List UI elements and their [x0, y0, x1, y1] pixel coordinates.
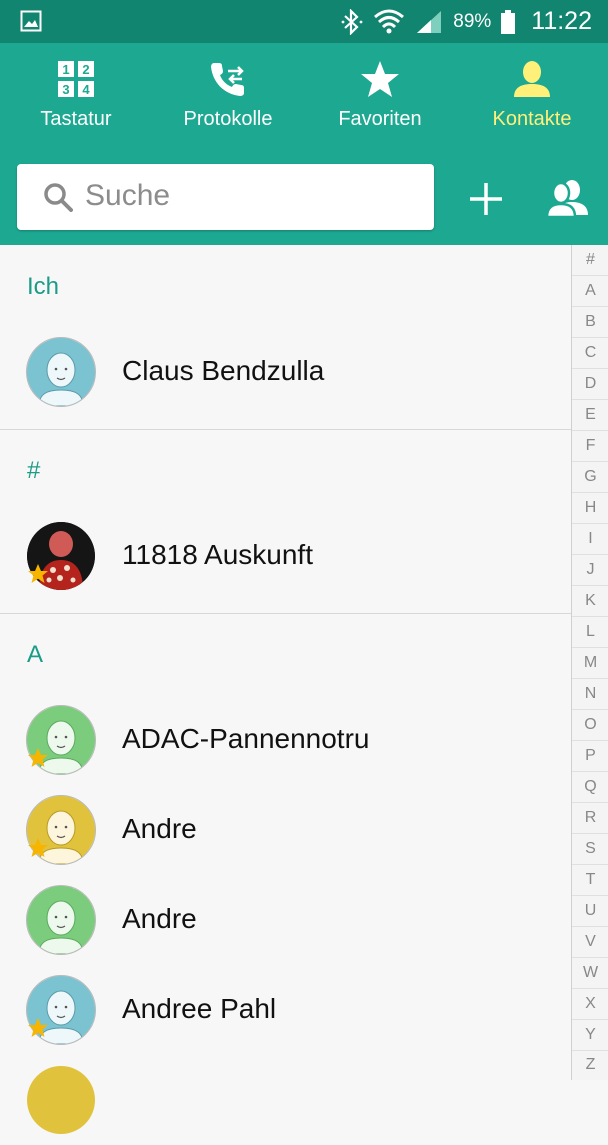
- index-letter[interactable]: R: [572, 803, 608, 833]
- battery-icon: [501, 9, 516, 34]
- index-letter[interactable]: C: [572, 338, 608, 368]
- signal-icon: [417, 10, 442, 33]
- contact-name: ADAC-Pannennotru: [122, 723, 370, 754]
- status-bar: 89% 11:22: [0, 0, 608, 43]
- index-letter[interactable]: D: [572, 369, 608, 399]
- svg-text:1: 1: [62, 62, 69, 77]
- tab-label: Favoriten: [338, 108, 422, 130]
- call-log-icon: [211, 63, 244, 96]
- index-letter[interactable]: E: [572, 400, 608, 430]
- tab-favorites[interactable]: Favoriten: [304, 43, 456, 149]
- tab-keypad[interactable]: 1 2 3 4 Tastatur: [0, 43, 152, 149]
- gallery-icon: [20, 10, 42, 32]
- favorite-star-icon: [28, 564, 48, 583]
- tab-label: Tastatur: [40, 108, 112, 130]
- bluetooth-icon: [341, 8, 363, 35]
- index-letter[interactable]: V: [572, 927, 608, 957]
- alphabet-index[interactable]: # A B C D E F G H I J K L M N O P Q R S …: [571, 245, 608, 1080]
- contact-row[interactable]: ADAC-Pannennotru: [0, 695, 571, 785]
- tab-call-log[interactable]: Protokolle: [152, 43, 304, 149]
- groups-button[interactable]: [546, 179, 590, 219]
- contact-icon: [514, 61, 550, 97]
- contact-row[interactable]: Andre: [0, 785, 571, 875]
- index-letter[interactable]: K: [572, 586, 608, 616]
- contact-name: 11818 Auskunft: [122, 539, 313, 570]
- svg-text:4: 4: [82, 82, 90, 97]
- svg-text:2: 2: [82, 62, 89, 77]
- contact-name: Andree Pahl: [122, 993, 277, 1024]
- battery-percentage: 89%: [453, 10, 492, 32]
- index-letter[interactable]: G: [572, 462, 608, 492]
- index-letter[interactable]: T: [572, 865, 608, 895]
- index-letter[interactable]: X: [572, 989, 608, 1019]
- index-letter[interactable]: Q: [572, 772, 608, 802]
- favorite-star-icon: [28, 748, 48, 767]
- search-input[interactable]: [85, 176, 415, 216]
- contact-name: Andre: [122, 813, 197, 844]
- contact-list: Ich Claus Bendzulla # 11818 Auskunft A A…: [0, 245, 571, 1134]
- index-letter[interactable]: F: [572, 431, 608, 461]
- index-letter[interactable]: S: [572, 834, 608, 864]
- dialpad-icon: 1 2 3 4: [58, 61, 94, 97]
- svg-text:3: 3: [62, 82, 69, 97]
- index-letter[interactable]: P: [572, 741, 608, 771]
- index-letter[interactable]: B: [572, 307, 608, 337]
- tab-bar: 1 2 3 4 Tastatur Protokolle Favoriten Ko…: [0, 43, 608, 192]
- section-header-hash: #: [27, 457, 41, 484]
- add-contact-button[interactable]: [466, 179, 506, 219]
- contact-name: Claus Bendzulla: [122, 355, 325, 386]
- contact-name: Andre: [122, 903, 197, 934]
- contact-row[interactable]: Claus Bendzulla: [0, 327, 571, 417]
- search-icon: [44, 183, 73, 212]
- index-letter[interactable]: O: [572, 710, 608, 740]
- tab-label: Protokolle: [183, 108, 273, 130]
- contact-row[interactable]: 11818 Auskunft: [0, 511, 571, 601]
- section-header-a: A: [27, 641, 44, 668]
- index-letter[interactable]: Z: [572, 1050, 608, 1080]
- clock: 11:22: [531, 7, 592, 35]
- wifi-icon: [374, 9, 405, 33]
- contact-row-partial[interactable]: [0, 1055, 571, 1145]
- star-icon: [361, 61, 399, 97]
- index-letter[interactable]: M: [572, 648, 608, 678]
- contact-row[interactable]: Andre: [0, 875, 571, 965]
- avatar-border: [26, 337, 96, 407]
- tab-contacts[interactable]: Kontakte: [456, 43, 608, 149]
- index-letter[interactable]: Y: [572, 1020, 608, 1050]
- index-letter[interactable]: J: [572, 555, 608, 585]
- avatar: [27, 1066, 95, 1134]
- section-header-me: Ich: [27, 273, 60, 300]
- tab-label: Kontakte: [492, 108, 572, 130]
- search-box[interactable]: [17, 164, 434, 230]
- index-letter[interactable]: N: [572, 679, 608, 709]
- avatar-border: [26, 885, 96, 955]
- index-letter[interactable]: H: [572, 493, 608, 523]
- search-bar: [0, 149, 608, 245]
- index-letter[interactable]: W: [572, 958, 608, 988]
- index-letter[interactable]: L: [572, 617, 608, 647]
- index-letter[interactable]: U: [572, 896, 608, 926]
- index-letter[interactable]: #: [572, 245, 608, 275]
- favorite-star-icon: [28, 1018, 48, 1037]
- section-divider: [0, 429, 571, 430]
- section-divider: [0, 613, 571, 614]
- index-letter[interactable]: A: [572, 276, 608, 306]
- favorite-star-icon: [28, 838, 48, 857]
- index-letter[interactable]: I: [572, 524, 608, 554]
- contact-row[interactable]: Andree Pahl: [0, 965, 571, 1055]
